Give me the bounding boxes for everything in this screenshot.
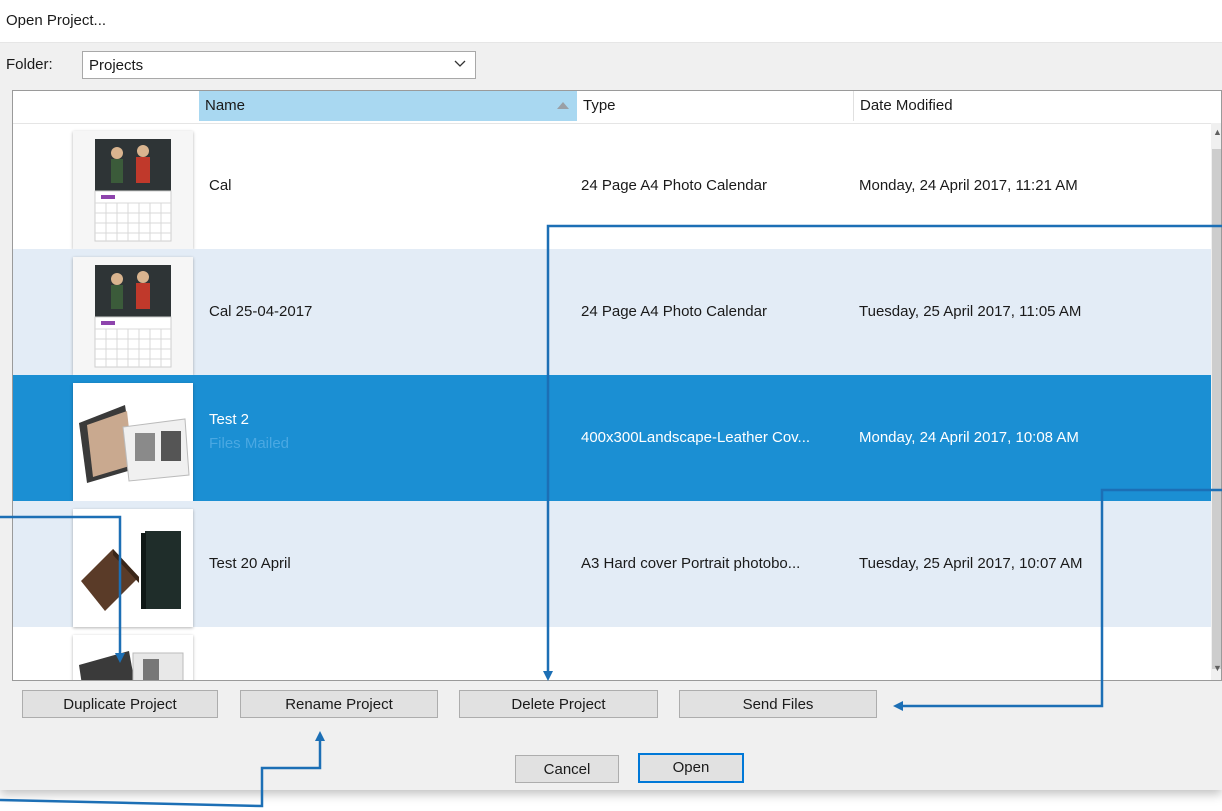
open-project-dialog: Open Project... Folder: Projects Name Ty… <box>0 0 1222 790</box>
calendar-thumbnail <box>73 131 193 249</box>
dialog-title: Open Project... <box>6 12 107 29</box>
column-header-type-label: Type <box>583 97 616 114</box>
project-name: Test 20 April <box>209 555 291 572</box>
project-type: 24 Page A4 Photo Calendar <box>581 303 767 320</box>
project-name: Cal <box>209 177 232 194</box>
project-date: Tuesday, 25 April 2017, 10:07 AM <box>859 555 1083 572</box>
table-row[interactable] <box>13 627 1211 680</box>
hardcover-thumbnail <box>73 509 193 627</box>
scroll-up-icon[interactable]: ▲ <box>1213 127 1221 137</box>
photobook-thumbnail <box>73 635 193 680</box>
column-header-name[interactable]: Name <box>199 91 577 121</box>
table-row[interactable]: Cal 25-04-2017 24 Page A4 Photo Calendar… <box>13 249 1211 375</box>
scrollbar-thumb[interactable] <box>1212 149 1221 669</box>
project-date: Monday, 24 April 2017, 10:08 AM <box>859 429 1079 446</box>
list-header: Name Type Date Modified <box>13 91 1221 124</box>
send-files-button[interactable]: Send Files <box>679 690 877 718</box>
sort-ascending-icon <box>557 102 569 109</box>
calendar-thumbnail <box>73 257 193 375</box>
delete-project-button[interactable]: Delete Project <box>459 690 658 718</box>
folder-label: Folder: <box>6 56 53 73</box>
column-header-date-label: Date Modified <box>860 97 953 114</box>
project-date: Tuesday, 25 April 2017, 11:05 AM <box>859 303 1082 320</box>
scroll-down-icon[interactable]: ▼ <box>1213 663 1221 673</box>
folder-value: Projects <box>89 57 144 74</box>
vertical-scrollbar[interactable]: ▲ ▼ <box>1211 123 1221 680</box>
project-name: Test 2 <box>209 411 250 428</box>
project-status: Files Mailed <box>209 435 290 452</box>
project-list[interactable]: Name Type Date Modified Cal 24 Page A4 P… <box>12 90 1222 681</box>
table-row[interactable]: Test 20 April A3 Hard cover Portrait pho… <box>13 501 1211 627</box>
folder-dropdown[interactable]: Projects <box>82 51 476 79</box>
project-type: 24 Page A4 Photo Calendar <box>581 177 767 194</box>
column-header-date[interactable]: Date Modified <box>853 91 1213 121</box>
project-type: A3 Hard cover Portrait photobo... <box>581 555 801 572</box>
duplicate-project-button[interactable]: Duplicate Project <box>22 690 218 718</box>
chevron-down-icon <box>454 60 466 67</box>
cancel-button[interactable]: Cancel <box>515 755 619 783</box>
column-header-type[interactable]: Type <box>577 91 853 121</box>
open-button[interactable]: Open <box>638 753 744 783</box>
project-name: Cal 25-04-2017 <box>209 303 313 320</box>
photobook-thumbnail <box>73 383 193 501</box>
title-bar: Open Project... <box>0 0 1222 43</box>
table-row[interactable]: Cal 24 Page A4 Photo Calendar Monday, 24… <box>13 123 1211 249</box>
column-header-name-label: Name <box>205 97 246 114</box>
rename-project-button[interactable]: Rename Project <box>240 690 438 718</box>
project-date: Monday, 24 April 2017, 11:21 AM <box>859 177 1078 194</box>
table-row-selected[interactable]: Test 2 Files Mailed 400x300Landscape-Lea… <box>13 375 1211 501</box>
project-type: 400x300Landscape-Leather Cov... <box>581 429 811 446</box>
